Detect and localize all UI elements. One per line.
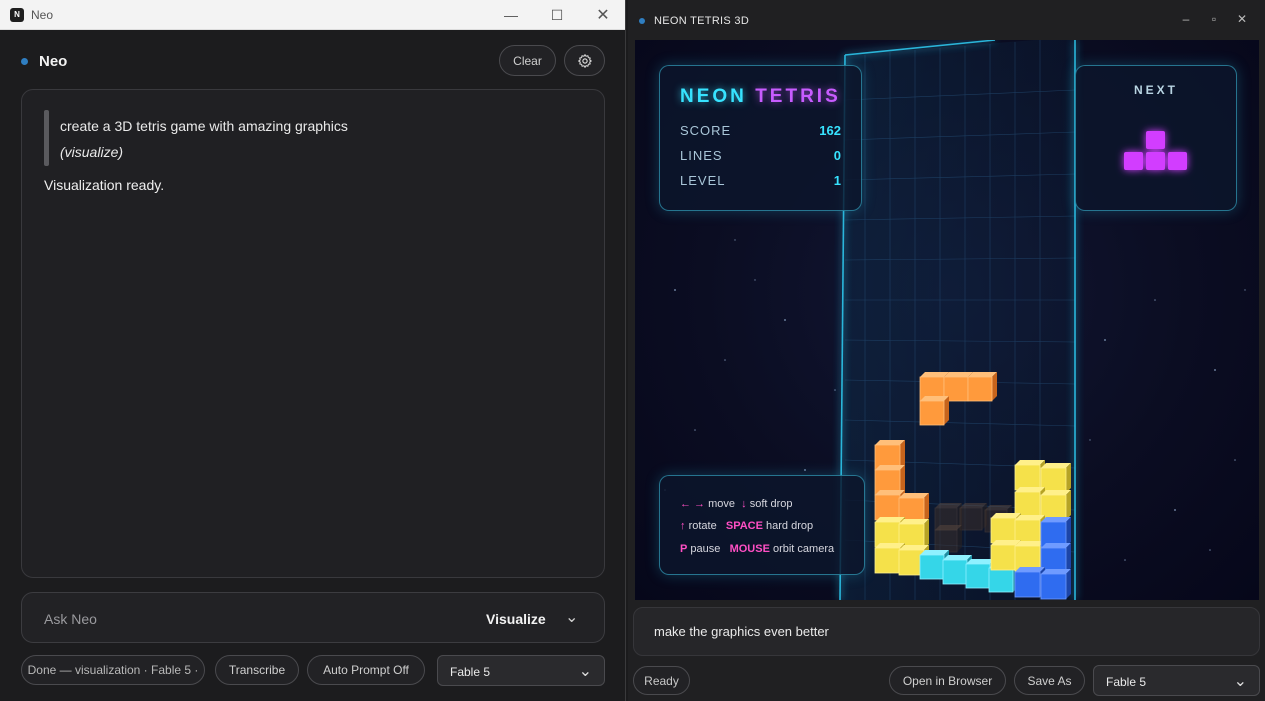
chevron-down-icon: ⌄ <box>578 663 592 680</box>
block <box>1014 541 1045 572</box>
block <box>1014 567 1045 598</box>
next-piece-preview <box>1124 131 1187 170</box>
control-row-rotate: ↑ rotate SPACE hard drop <box>680 520 813 532</box>
logo-part-1: NEON <box>680 86 747 107</box>
neo-window: N Neo — ☐ ✕ Neo Clear create a 3D tetris… <box>0 0 626 701</box>
clear-button[interactable]: Clear <box>499 45 556 76</box>
next-block <box>1168 152 1187 170</box>
mode-select[interactable]: Visualize <box>486 611 546 627</box>
orbit-text: orbit camera <box>772 543 835 555</box>
block <box>967 372 997 402</box>
assistant-reply: Visualization ready. <box>44 177 165 193</box>
user-message-tag: (visualize) <box>60 144 124 160</box>
lines-label: LINES <box>680 148 723 163</box>
window-title: Neo <box>31 8 54 22</box>
model-select-value: Fable 5 <box>1106 675 1147 689</box>
soft-drop-key: ↓ <box>741 498 747 510</box>
window-title: NEON TETRIS 3D <box>654 15 750 27</box>
pause-key: P <box>680 543 688 555</box>
maximize-icon[interactable]: ▫ <box>1200 12 1228 30</box>
rotate-key: ↑ <box>680 520 686 532</box>
block <box>1040 490 1071 521</box>
level-label: LEVEL <box>680 173 726 188</box>
control-row-pause: P pause MOUSE orbit camera <box>680 543 834 555</box>
hard-drop-text: hard drop <box>766 520 814 532</box>
rotate-text: rotate <box>688 520 717 532</box>
chevron-down-icon: ⌄ <box>1233 673 1247 690</box>
page-title: Neo <box>39 53 68 70</box>
quote-bar <box>44 110 49 166</box>
move-text: move <box>708 498 736 510</box>
user-message: create a 3D tetris game with amazing gra… <box>60 118 348 134</box>
titlebar: N Neo — ☐ ✕ <box>0 0 625 30</box>
status-badge: Ready <box>633 666 690 695</box>
ask-input[interactable]: Ask Neo Visualize ⌄ <box>21 592 605 643</box>
status-dot-icon <box>639 18 645 24</box>
next-block <box>1146 131 1165 149</box>
model-select[interactable]: Fable 5 ⌄ <box>1093 665 1260 696</box>
prompt-input[interactable]: make the graphics even better <box>633 607 1260 656</box>
chevron-down-icon[interactable]: ⌄ <box>565 607 578 627</box>
maximize-icon[interactable]: ☐ <box>534 0 580 30</box>
controls-panel: ← → move ↓ soft drop ↑ rotate SPACE hard… <box>659 475 865 575</box>
move-keys: ← → <box>680 498 706 510</box>
prompt-text: make the graphics even better <box>654 624 829 639</box>
model-select[interactable]: Fable 5 ⌄ <box>437 655 605 686</box>
score-panel: NEON TETRIS SCORE 162 LINES 0 LEVEL 1 <box>659 65 862 211</box>
block <box>1040 569 1071 600</box>
minimize-icon[interactable]: — <box>488 0 534 30</box>
block <box>1040 463 1071 494</box>
hard-drop-key: SPACE <box>725 520 763 532</box>
game-canvas[interactable]: NEON TETRIS SCORE 162 LINES 0 LEVEL 1 NE… <box>635 40 1259 600</box>
lines-value: 0 <box>833 148 841 163</box>
app-icon: N <box>10 8 24 22</box>
logo-part-2: TETRIS <box>755 86 841 107</box>
next-label: NEXT <box>1133 83 1178 97</box>
block <box>1040 517 1071 548</box>
game-window: NEON TETRIS 3D – ▫ ✕ NEON TETRIS SCORE 1… <box>628 0 1265 701</box>
open-in-browser-button[interactable]: Open in Browser <box>889 666 1006 695</box>
score-label: SCORE <box>680 123 732 138</box>
chat-transcript[interactable]: create a 3D tetris game with amazing gra… <box>21 89 605 578</box>
close-icon[interactable]: ✕ <box>1228 12 1256 30</box>
orbit-key: MOUSE <box>729 543 770 555</box>
settings-button[interactable] <box>564 45 605 76</box>
block <box>934 525 962 553</box>
auto-prompt-toggle[interactable]: Auto Prompt Off <box>307 655 425 685</box>
game-logo: NEON TETRIS <box>680 86 841 108</box>
block <box>919 396 949 426</box>
block <box>959 503 987 531</box>
status-badge: Done — visualization · Fable 5 · <box>21 655 205 685</box>
gear-icon <box>577 53 592 68</box>
transcribe-button[interactable]: Transcribe <box>215 655 299 685</box>
level-value: 1 <box>833 173 841 188</box>
block <box>1014 487 1045 518</box>
next-block <box>1124 152 1143 170</box>
ask-placeholder: Ask Neo <box>44 611 97 627</box>
titlebar: NEON TETRIS 3D – ▫ ✕ <box>628 0 1265 40</box>
status-dot-icon <box>21 58 28 65</box>
next-panel: NEXT <box>1075 65 1237 211</box>
save-as-button[interactable]: Save As <box>1014 666 1085 695</box>
control-row-move: ← → move ↓ soft drop <box>680 498 793 510</box>
model-select-value: Fable 5 <box>450 665 491 679</box>
pause-text: pause <box>690 543 721 555</box>
soft-drop-text: soft drop <box>749 498 793 510</box>
next-block <box>1146 152 1165 170</box>
block <box>1040 543 1071 574</box>
minimize-icon[interactable]: – <box>1172 12 1200 30</box>
score-value: 162 <box>819 123 841 138</box>
block <box>1014 460 1045 491</box>
close-icon[interactable]: ✕ <box>580 0 625 30</box>
